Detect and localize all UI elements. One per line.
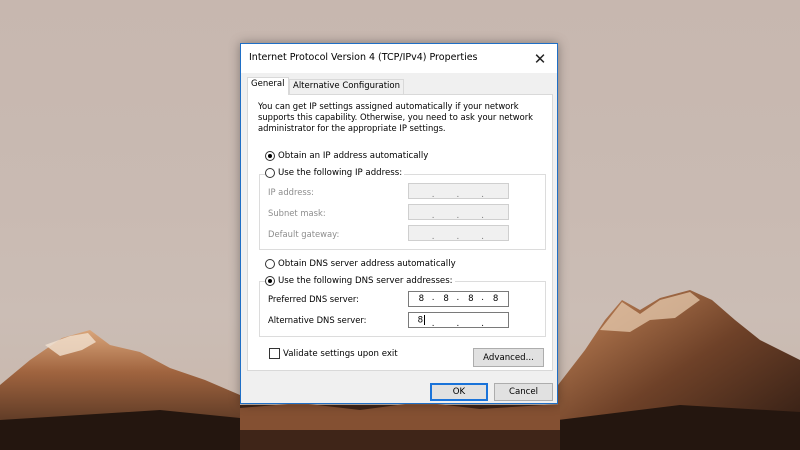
radio-button-icon (265, 168, 275, 178)
radio-obtain-dns-auto[interactable]: Obtain DNS server address automatically (265, 259, 458, 269)
radio-button-icon (265, 259, 275, 269)
radio-label: Use the following IP address: (278, 168, 403, 178)
preferred-dns-input[interactable]: 8 8 8 8 (408, 291, 509, 307)
description-text: You can get IP settings assigned automat… (258, 101, 533, 133)
ip-address-input[interactable] (408, 183, 509, 200)
checkbox-label: Validate settings upon exit (283, 348, 398, 359)
octet: 8 (457, 293, 484, 304)
dialog-title: Internet Protocol Version 4 (TCP/IPv4) P… (249, 52, 478, 63)
octet: 8 (418, 294, 425, 304)
advanced-button[interactable]: Advanced... (473, 348, 544, 367)
subnet-mask-label: Subnet mask: (268, 208, 326, 218)
cancel-button[interactable]: Cancel (494, 383, 553, 401)
radio-label: Use the following DNS server addresses: (278, 276, 453, 286)
octet: 8 (481, 293, 508, 304)
subnet-mask-input[interactable] (408, 204, 509, 221)
default-gateway-input[interactable] (408, 225, 509, 242)
validate-settings-checkbox[interactable]: Validate settings upon exit (269, 348, 398, 359)
alternative-dns-input[interactable]: 8 (408, 312, 509, 329)
close-button[interactable]: ✕ (523, 44, 557, 73)
octet: 8 (409, 314, 434, 326)
ok-button[interactable]: OK (430, 383, 488, 401)
text-cursor (424, 314, 426, 325)
radio-label: Obtain DNS server address automatically (278, 259, 456, 269)
tab-alternative-configuration[interactable]: Alternative Configuration (289, 79, 404, 94)
title-bar: Internet Protocol Version 4 (TCP/IPv4) P… (241, 44, 557, 73)
ipv4-properties-dialog: Internet Protocol Version 4 (TCP/IPv4) P… (240, 43, 558, 404)
alternative-dns-label: Alternative DNS server: (268, 315, 367, 325)
general-tab-panel: You can get IP settings assigned automat… (247, 94, 553, 371)
checkbox-icon (269, 348, 280, 359)
radio-button-icon (265, 276, 275, 286)
default-gateway-label: Default gateway: (268, 229, 340, 239)
radio-button-icon (265, 151, 275, 161)
tab-general[interactable]: General (247, 77, 289, 95)
dns-server-group (259, 281, 546, 337)
radio-obtain-ip-auto[interactable]: Obtain an IP address automatically (265, 151, 431, 161)
octet-value: 8 (417, 315, 424, 326)
ip-address-label: IP address: (268, 187, 314, 197)
radio-use-following-dns[interactable]: Use the following DNS server addresses: (265, 276, 455, 286)
octet: 8 (432, 293, 459, 304)
preferred-dns-label: Preferred DNS server: (268, 294, 359, 304)
radio-label: Obtain an IP address automatically (278, 151, 429, 161)
radio-use-following-ip[interactable]: Use the following IP address: (265, 168, 405, 178)
